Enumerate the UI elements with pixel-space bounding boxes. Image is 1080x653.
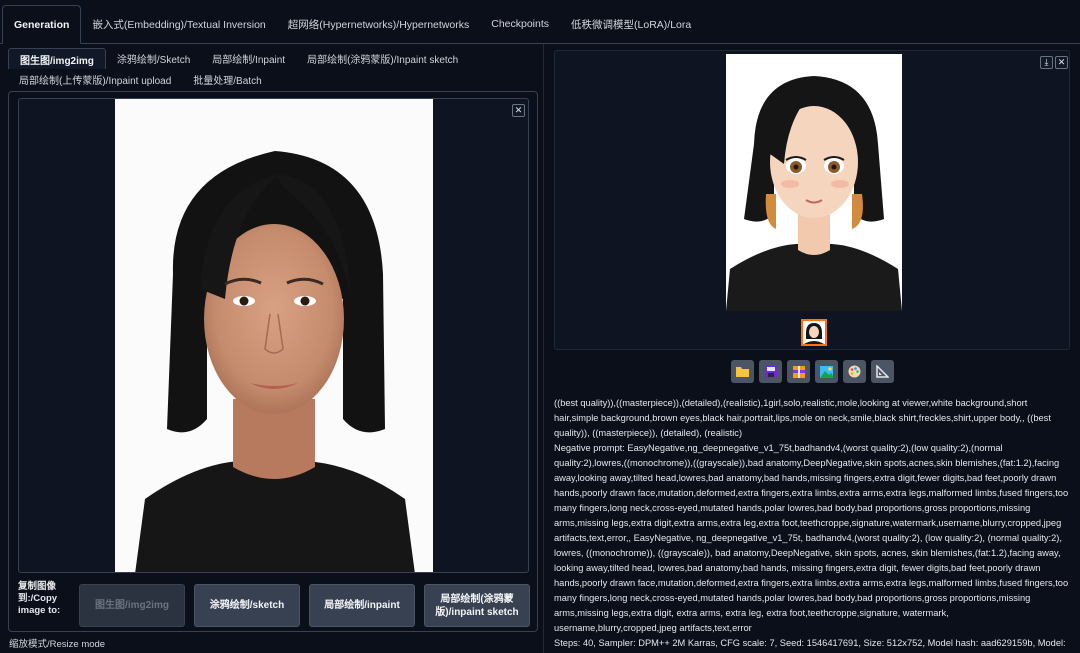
tab-checkpoints[interactable]: Checkpoints: [480, 5, 560, 43]
img2img-workspace: ✕ 复制图像到:/Copy image to: 图生图/img2img 涂鸦绘制…: [8, 91, 538, 632]
copy-to-inpaint-button[interactable]: 局部绘制/inpaint: [309, 584, 415, 627]
mode-tabs-row-2: 局部绘制(上传蒙版)/Inpaint upload 批量处理/Batch: [8, 69, 538, 90]
tab-batch[interactable]: 批量处理/Batch: [182, 69, 272, 90]
generation-info: ((best quality)),((masterpiece)),(detail…: [554, 396, 1074, 653]
copy-to-sketch-button[interactable]: 涂鸦绘制/sketch: [194, 584, 300, 627]
portrait-photo-illustration: [115, 99, 433, 572]
input-image-area[interactable]: ✕: [18, 98, 529, 573]
positive-prompt-text: ((best quality)),((masterpiece)),(detail…: [554, 398, 1051, 438]
mode-tabs-row-1: 图生图/img2img 涂鸦绘制/Sketch 局部绘制/Inpaint 局部绘…: [8, 48, 538, 69]
tab-inpaint-upload[interactable]: 局部绘制(上传蒙版)/Inpaint upload: [8, 69, 182, 90]
tab-hypernetworks[interactable]: 超网络(Hypernetworks)/Hypernetworks: [277, 5, 480, 43]
input-photo: [115, 99, 433, 572]
tab-lora[interactable]: 低秩微调模型(LoRA)/Lora: [560, 5, 702, 43]
save-icon[interactable]: [759, 360, 782, 383]
close-gallery-icon[interactable]: ✕: [1055, 56, 1068, 69]
copy-to-img2img-button[interactable]: 图生图/img2img: [79, 584, 185, 627]
tab-embedding[interactable]: 嵌入式(Embedding)/Textual Inversion: [81, 5, 276, 43]
palette-icon[interactable]: [843, 360, 866, 383]
tab-img2img[interactable]: 图生图/img2img: [8, 48, 106, 69]
output-gallery: ⤓ ✕: [554, 50, 1070, 350]
copy-to-inpaint-sketch-button[interactable]: 局部绘制(涂鸦蒙版)/inpaint sketch: [424, 584, 530, 627]
tab-sketch[interactable]: 涂鸦绘制/Sketch: [106, 48, 201, 69]
ruler-icon[interactable]: [871, 360, 894, 383]
thumbnail-illustration: [803, 321, 825, 344]
output-panel: ⤓ ✕ ((best quality)),((masterpiece)),(de…: [543, 44, 1080, 653]
output-image[interactable]: [726, 54, 902, 311]
negative-prompt-text: Negative prompt: EasyNegative,ng_deepneg…: [554, 443, 1069, 633]
gallery-toolbar: [731, 360, 894, 383]
img2img-mode-tabs: 图生图/img2img 涂鸦绘制/Sketch 局部绘制/Inpaint 局部绘…: [8, 48, 538, 90]
output-thumbnail[interactable]: [801, 319, 827, 346]
image-icon[interactable]: [815, 360, 838, 383]
anime-portrait-illustration: [726, 54, 902, 311]
tab-generation[interactable]: Generation: [2, 5, 82, 44]
tab-inpaint-sketch[interactable]: 局部绘制(涂鸦蒙版)/Inpaint sketch: [296, 48, 469, 69]
tab-inpaint[interactable]: 局部绘制/Inpaint: [201, 48, 296, 69]
clear-image-button[interactable]: ✕: [512, 104, 525, 117]
zip-icon[interactable]: [787, 360, 810, 383]
copy-image-label: 复制图像到:/Copy image to:: [18, 581, 61, 616]
resize-mode-label: 缩放模式/Resize mode: [9, 639, 106, 650]
folder-icon[interactable]: [731, 360, 754, 383]
top-tab-bar: Generation 嵌入式(Embedding)/Textual Invers…: [0, 0, 1080, 44]
img2img-panel: 图生图/img2img 涂鸦绘制/Sketch 局部绘制/Inpaint 局部绘…: [0, 44, 543, 653]
generation-params-text: Steps: 40, Sampler: DPM++ 2M Karras, CFG…: [554, 638, 1066, 648]
download-icon[interactable]: ⤓: [1040, 56, 1053, 69]
